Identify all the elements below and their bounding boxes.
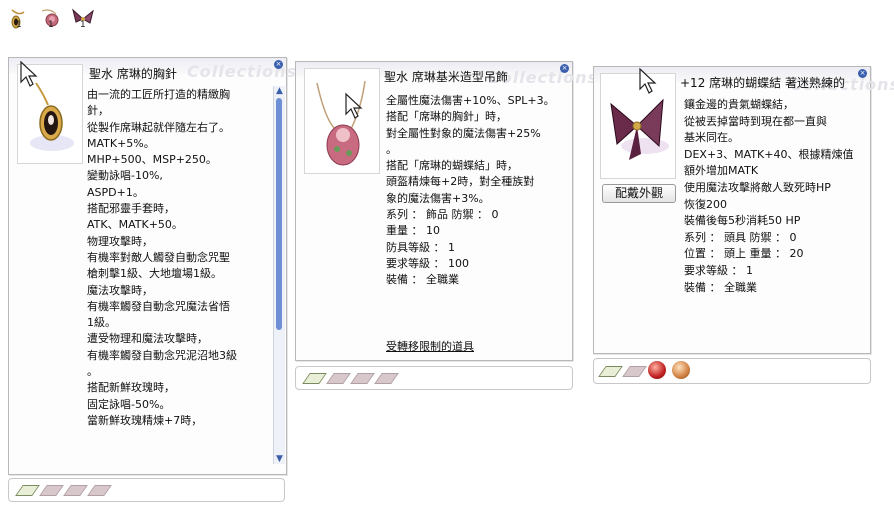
item-icons-row: 1 1 1	[6, 6, 106, 34]
slot-icon[interactable]	[87, 485, 112, 496]
slot-icon[interactable]	[350, 373, 375, 384]
transfer-restriction-link[interactable]: 受轉移限制的道具	[386, 339, 474, 355]
item-tooltip-pendant: Collections × 聖水 席琳基米造型吊飾 全屬性魔法傷害+10%、SP…	[295, 61, 597, 361]
butterfly-icon[interactable]: 1	[70, 6, 96, 32]
card-slot-bar	[593, 358, 871, 384]
description-scrollbar[interactable]: ▲ ▼	[273, 86, 285, 464]
pendant-icon[interactable]: 1	[6, 6, 32, 32]
slot-icon[interactable]	[15, 485, 40, 496]
card-slot-bar	[295, 366, 573, 390]
slot-icon[interactable]	[63, 485, 88, 496]
orange-card-orb-icon[interactable]	[672, 361, 690, 379]
red-card-orb-icon[interactable]	[648, 361, 666, 379]
wear-costume-button[interactable]: 配戴外觀	[602, 184, 676, 203]
mouse-cursor-icon	[639, 67, 657, 94]
close-button[interactable]: ×	[858, 69, 867, 78]
item-description: 鑲金邊的貴氣蝴蝶結， 從被丟掉當時到現在都一直與 基米同在。 DEX+3、MAT…	[684, 98, 854, 294]
slot-icon[interactable]	[622, 366, 647, 377]
mouse-cursor-icon	[345, 92, 363, 119]
item-tooltip-brooch: Collections × 聖水 席琳的胸針 由一流的工匠所打造的精緻胸 針， …	[8, 57, 296, 475]
item-image	[304, 68, 380, 174]
close-button[interactable]: ×	[274, 60, 283, 69]
scroll-down-icon[interactable]: ▼	[274, 454, 285, 464]
slot-icon[interactable]	[302, 373, 327, 384]
pendant-icon[interactable]: 1	[38, 6, 64, 32]
slot-icon[interactable]	[598, 366, 623, 377]
slot-icon[interactable]	[326, 373, 351, 384]
slot-icon[interactable]	[374, 373, 399, 384]
item-description: 由一流的工匠所打造的精緻胸 針， 從製作席琳起就伴隨左右了。 MATK+5%。 …	[87, 88, 237, 427]
scroll-thumb[interactable]	[276, 98, 282, 330]
slot-icon[interactable]	[39, 485, 64, 496]
item-description: 全屬性魔法傷害+10%、SPL+3。 搭配「席琳的胸針」時， 對全屬性對象的魔法…	[386, 94, 555, 287]
item-title: 聖水 席琳的胸針	[89, 67, 177, 81]
item-tooltip-ribbon: Collections × 配戴外觀 +12 席琳的蝴蝶結 著迷熟練的 鑲金邊的…	[593, 66, 894, 354]
close-button[interactable]: ×	[560, 64, 569, 73]
item-title: +12 席琳的蝴蝶結 著迷熟練的	[680, 76, 845, 90]
mouse-cursor-icon	[20, 60, 38, 87]
item-title: 聖水 席琳基米造型吊飾	[384, 70, 508, 84]
card-slot-bar	[8, 478, 285, 502]
scroll-up-icon[interactable]: ▲	[274, 86, 285, 96]
